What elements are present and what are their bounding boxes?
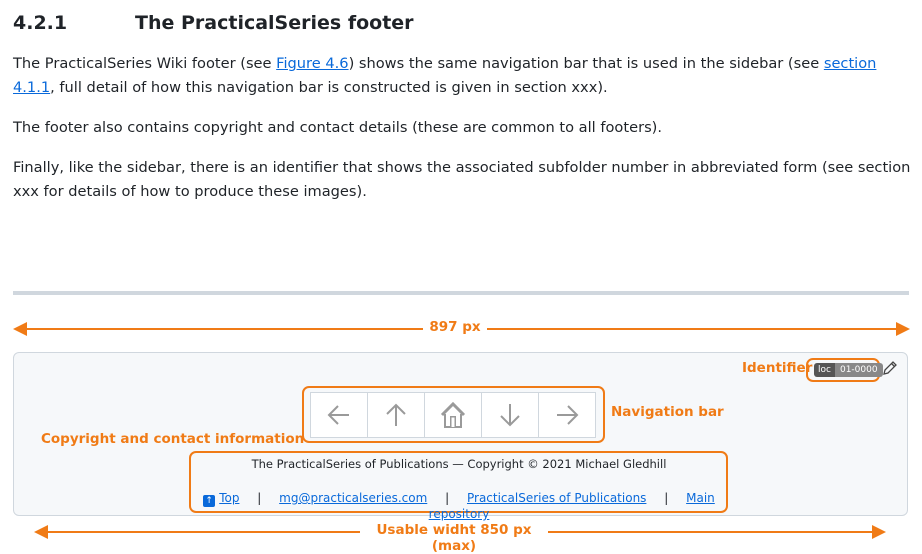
navigation-bar <box>310 392 596 438</box>
copyright-text: The PracticalSeries of Publications — Co… <box>251 457 667 471</box>
p1-text-c: , full detail of how this navigation bar… <box>50 79 608 96</box>
home-icon <box>440 401 466 428</box>
section-title: The PracticalSeries footer <box>135 12 414 34</box>
copyright-annotation-label: Copyright and contact information <box>41 431 305 447</box>
identifier-label: Identifier <box>742 360 813 376</box>
arrow-right-icon <box>557 405 579 425</box>
nav-home-button[interactable] <box>425 393 482 437</box>
arrow-up-icon <box>386 403 406 426</box>
footer-links: ↑ Top | mg@practicalseries.com | Practica… <box>190 491 728 521</box>
publications-link[interactable]: PracticalSeries of Publications <box>467 491 646 505</box>
paragraph-1: The PracticalSeries Wiki footer (see Fig… <box>13 52 911 100</box>
pencil-icon[interactable] <box>882 360 898 376</box>
separator: | <box>257 491 262 505</box>
email-link[interactable]: mg@practicalseries.com <box>279 491 427 505</box>
nav-up-button[interactable] <box>368 393 425 437</box>
arrow-up-icon: ↑ <box>203 495 216 507</box>
separator: | <box>664 491 669 505</box>
width-dimension-arrow: 897 px <box>13 319 910 339</box>
top-link[interactable]: Top <box>219 491 239 505</box>
section-heading: 4.2.1 The PracticalSeries footer <box>13 12 414 34</box>
p1-text-b: ) shows the same navigation bar that is … <box>348 55 824 72</box>
nav-down-button[interactable] <box>482 393 539 437</box>
arrowhead-right <box>896 322 910 336</box>
width-label: 897 px <box>423 319 487 335</box>
paragraph-3: Finally, like the sidebar, there is an i… <box>13 159 911 200</box>
usable-width-label: Usable widht 850 px (max) <box>360 522 548 554</box>
navbar-label: Navigation bar <box>611 404 724 420</box>
nav-next-button[interactable] <box>539 393 595 437</box>
identifier-loc: loc <box>814 363 835 377</box>
arrowhead-right <box>872 525 886 539</box>
usable-width-arrow: Usable widht 850 px (max) <box>34 522 886 554</box>
arrow-left-icon <box>327 405 349 425</box>
identifier-badge: loc 01-0000 <box>814 363 883 377</box>
p1-text-a: The PracticalSeries Wiki footer (see <box>13 55 277 72</box>
identifier-code: 01-0000 <box>834 363 883 377</box>
figure-link[interactable]: Figure 4.6 <box>276 55 348 72</box>
nav-previous-button[interactable] <box>311 393 368 437</box>
paragraph-2: The footer also contains copyright and c… <box>13 119 663 136</box>
divider <box>13 291 909 295</box>
arrow-down-icon <box>500 404 520 427</box>
separator: | <box>445 491 450 505</box>
section-number: 4.2.1 <box>13 12 68 34</box>
